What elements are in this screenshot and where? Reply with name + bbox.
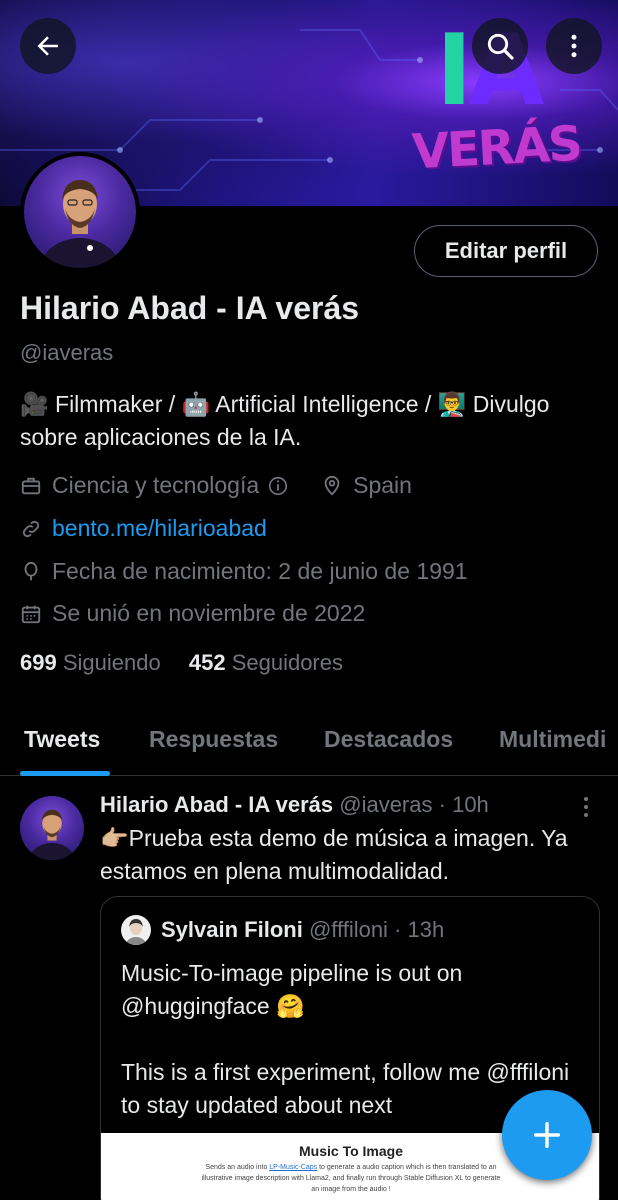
- tweet-author-handle[interactable]: @iaveras: [339, 792, 432, 817]
- avatar: [24, 156, 136, 268]
- quoted-separator: ·: [394, 917, 402, 942]
- following-label: Siguiendo: [62, 650, 161, 675]
- quoted-tweet-header: Sylvain Filoni @fffiloni · 13h: [161, 917, 444, 943]
- profile-joined: Se unió en noviembre de 2022: [52, 600, 366, 626]
- compose-tweet-button[interactable]: [502, 1090, 592, 1180]
- banner-logo-veras: VERÁS: [410, 115, 582, 181]
- tweet-text: 👉🏼Prueba esta demo de música a imagen. Y…: [100, 825, 568, 884]
- profile-location: Spain: [353, 472, 412, 498]
- tweet-header: Hilario Abad - IA verás @iaveras · 10h: [100, 792, 489, 818]
- profile-handle: @iaveras: [20, 340, 114, 365]
- tab-multimedia[interactable]: Multimedi: [499, 726, 606, 753]
- quoted-time: 13h: [407, 917, 445, 942]
- balloon-icon: [24, 561, 38, 580]
- following-count: 699: [20, 650, 57, 675]
- avatar-portrait: [38, 180, 122, 268]
- profile-category: Ciencia y tecnología: [52, 472, 260, 498]
- quoted-author-handle: @fffiloni: [308, 917, 388, 942]
- tab-respuestas[interactable]: Respuestas: [149, 726, 278, 753]
- profile-name: Hilario Abad - IA verás: [20, 290, 360, 326]
- location-pin-icon: [324, 475, 340, 496]
- followers-count: 452: [188, 650, 226, 675]
- profile-website-row: bento.me/hilarioabad: [20, 515, 267, 542]
- profile-avatar[interactable]: [20, 152, 140, 272]
- info-icon[interactable]: [267, 475, 289, 497]
- edit-profile-button[interactable]: Editar perfil: [414, 225, 598, 277]
- more-button[interactable]: [546, 18, 602, 74]
- following-link[interactable]: 699 Siguiendo: [20, 650, 161, 675]
- avatar-portrait: [28, 809, 76, 860]
- followers-link[interactable]: 452 Seguidores: [189, 650, 343, 675]
- quoted-image-desc-link: LP-Music-Caps: [269, 1164, 318, 1171]
- quoted-image-desc-pre: Sends an audio into: [205, 1164, 270, 1171]
- briefcase-icon: [21, 477, 41, 494]
- more-vertical-icon: [571, 34, 577, 58]
- followers-label: Seguidores: [231, 650, 343, 675]
- more-vertical-icon: [584, 797, 588, 817]
- arrow-left-icon: [37, 36, 58, 56]
- quoted-image-description: Sends an audio into LP-Music-Caps to gen…: [201, 1162, 501, 1195]
- quoted-author-name: Sylvain Filoni: [161, 917, 303, 942]
- profile-joined-row: Se unió en noviembre de 2022: [20, 600, 365, 627]
- tweet-author-name[interactable]: Hilario Abad - IA verás: [100, 792, 333, 817]
- profile-birth-row: Fecha de nacimiento: 2 de junio de 1991: [20, 558, 468, 585]
- active-tab-indicator: [20, 771, 110, 776]
- back-button[interactable]: [20, 18, 76, 74]
- search-icon: [487, 33, 514, 60]
- tweet-time[interactable]: 10h: [452, 792, 489, 817]
- search-button[interactable]: [472, 18, 528, 74]
- tab-destacados[interactable]: Destacados: [324, 726, 453, 753]
- calendar-icon: [21, 605, 41, 623]
- quoted-author-avatar: [121, 915, 151, 945]
- profile-website-link[interactable]: bento.me/hilarioabad: [52, 515, 267, 542]
- profile-bio: 🎥 Filmmaker / 🤖 Artificial Intelligence …: [20, 391, 550, 450]
- tweet-more-button[interactable]: [576, 794, 596, 825]
- link-icon: [22, 520, 40, 537]
- tweet-separator: ·: [438, 792, 446, 817]
- profile-birthdate: Fecha de nacimiento: 2 de junio de 1991: [52, 558, 468, 584]
- tweet-author-avatar[interactable]: [20, 796, 84, 860]
- profile-tabs: Tweets Respuestas Destacados Multimedi: [0, 712, 618, 776]
- plus-icon: [533, 1121, 561, 1149]
- avatar-portrait: [126, 919, 146, 945]
- profile-category-row: Ciencia y tecnología Spain: [20, 472, 412, 499]
- follow-stats: 699 Siguiendo 452 Seguidores: [20, 650, 343, 676]
- tab-tweets[interactable]: Tweets: [24, 726, 100, 753]
